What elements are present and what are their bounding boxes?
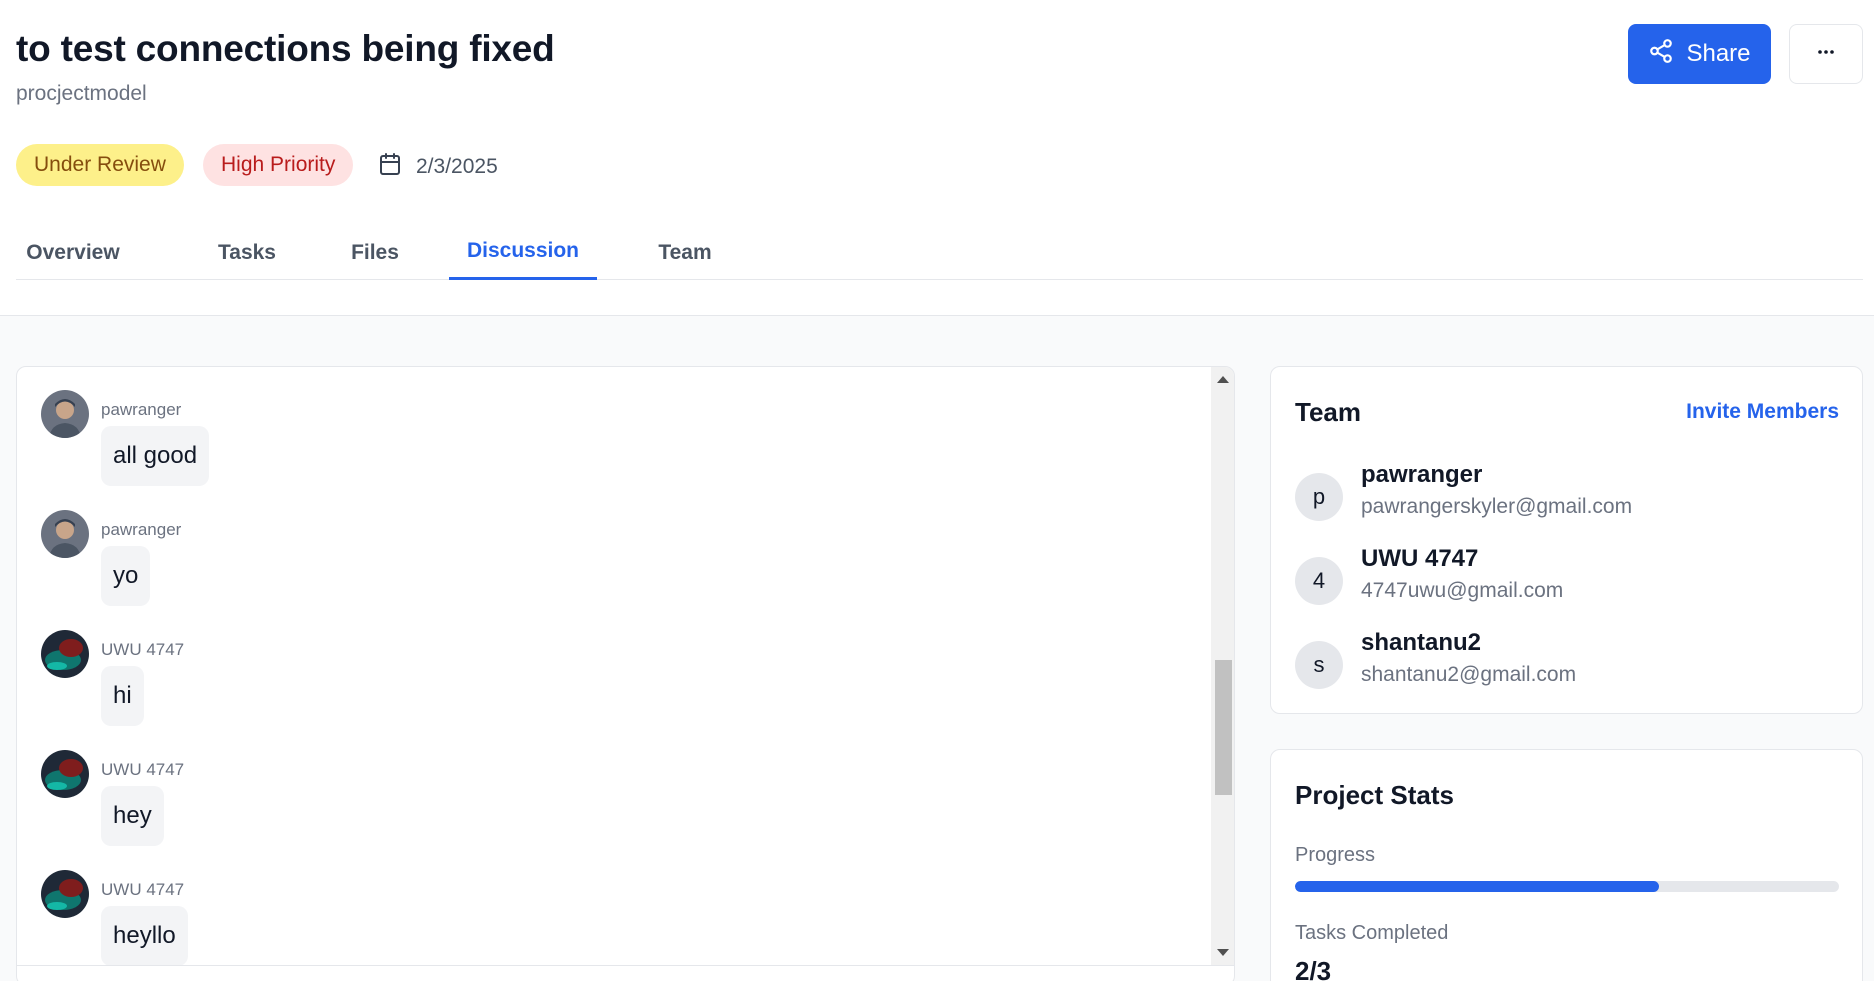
member-avatar: p xyxy=(1295,473,1343,521)
discussion-panel: pawranger all good pawranger yo UWU 4747… xyxy=(16,366,1235,981)
page-subtitle: procjectmodel xyxy=(16,82,147,105)
member-name: pawranger xyxy=(1361,461,1483,488)
progress-label: Progress xyxy=(1295,844,1376,866)
more-horizontal-icon xyxy=(1814,40,1838,69)
message-author: pawranger xyxy=(101,400,182,419)
scroll-thumb[interactable] xyxy=(1215,660,1232,795)
tab-tasks[interactable]: Tasks xyxy=(192,232,302,280)
priority-badge: High Priority xyxy=(203,144,354,186)
member-avatar: s xyxy=(1295,641,1343,689)
message-author: UWU 4747 xyxy=(101,640,185,659)
invite-members-link[interactable]: Invite Members xyxy=(1686,400,1839,424)
tab-bar: Overview Tasks Files Discussion Team xyxy=(16,232,1863,280)
avatar xyxy=(41,510,89,558)
tab-team[interactable]: Team xyxy=(628,232,742,280)
more-options-button[interactable] xyxy=(1789,24,1863,84)
message-author: UWU 4747 xyxy=(101,760,185,779)
avatar xyxy=(41,750,89,798)
message-bubble: all good xyxy=(101,426,210,486)
tasks-completed-value: 2/3 xyxy=(1295,956,1332,981)
tasks-completed-label: Tasks Completed xyxy=(1295,922,1449,944)
member-name: shantanu2 xyxy=(1361,629,1482,656)
chat-scrollbar[interactable] xyxy=(1211,367,1234,965)
avatar xyxy=(41,390,89,438)
scroll-up-arrow-icon[interactable] xyxy=(1217,376,1229,383)
message-list[interactable]: pawranger all good pawranger yo UWU 4747… xyxy=(17,367,1211,966)
share-label: Share xyxy=(1686,40,1751,67)
member-email: pawrangerskyler@gmail.com xyxy=(1361,495,1633,518)
tab-overview[interactable]: Overview xyxy=(16,232,130,280)
member-name: UWU 4747 xyxy=(1361,545,1479,572)
member-avatar: 4 xyxy=(1295,557,1343,605)
team-member: p pawranger pawrangerskyler@gmail.com xyxy=(1295,461,1835,531)
tab-discussion[interactable]: Discussion xyxy=(449,232,597,280)
tab-files[interactable]: Files xyxy=(322,232,428,280)
message-author: pawranger xyxy=(101,520,182,539)
progress-bar xyxy=(1295,881,1839,892)
message-bubble: hey xyxy=(101,786,164,846)
team-member: 4 UWU 4747 4747uwu@gmail.com xyxy=(1295,545,1835,615)
status-badge: Under Review xyxy=(16,144,184,186)
member-email: shantanu2@gmail.com xyxy=(1361,663,1577,686)
team-title: Team xyxy=(1295,397,1361,427)
project-header: to test connections being fixed procject… xyxy=(0,0,1874,316)
member-email: 4747uwu@gmail.com xyxy=(1361,579,1564,602)
page-title: to test connections being fixed xyxy=(16,28,555,69)
stats-title: Project Stats xyxy=(1295,780,1454,810)
message-bubble: yo xyxy=(101,546,151,606)
team-member: s shantanu2 shantanu2@gmail.com xyxy=(1295,629,1835,699)
share-button[interactable]: Share xyxy=(1628,24,1771,84)
calendar-icon xyxy=(378,152,402,182)
message-author: UWU 4747 xyxy=(101,880,185,899)
scroll-down-arrow-icon[interactable] xyxy=(1217,949,1229,956)
date-text: 2/3/2025 xyxy=(416,155,498,178)
avatar xyxy=(41,870,89,918)
message-bubble: hi xyxy=(101,666,144,726)
team-card: Team Invite Members p pawranger pawrange… xyxy=(1270,366,1863,714)
due-date: 2/3/2025 xyxy=(378,152,498,182)
message-bubble: heyllo xyxy=(101,906,188,966)
message-input-divider xyxy=(17,965,1234,966)
progress-fill xyxy=(1295,881,1660,892)
share-icon xyxy=(1648,38,1674,71)
avatar xyxy=(41,630,89,678)
project-stats-card: Project Stats Progress Tasks Completed 2… xyxy=(1270,749,1863,981)
